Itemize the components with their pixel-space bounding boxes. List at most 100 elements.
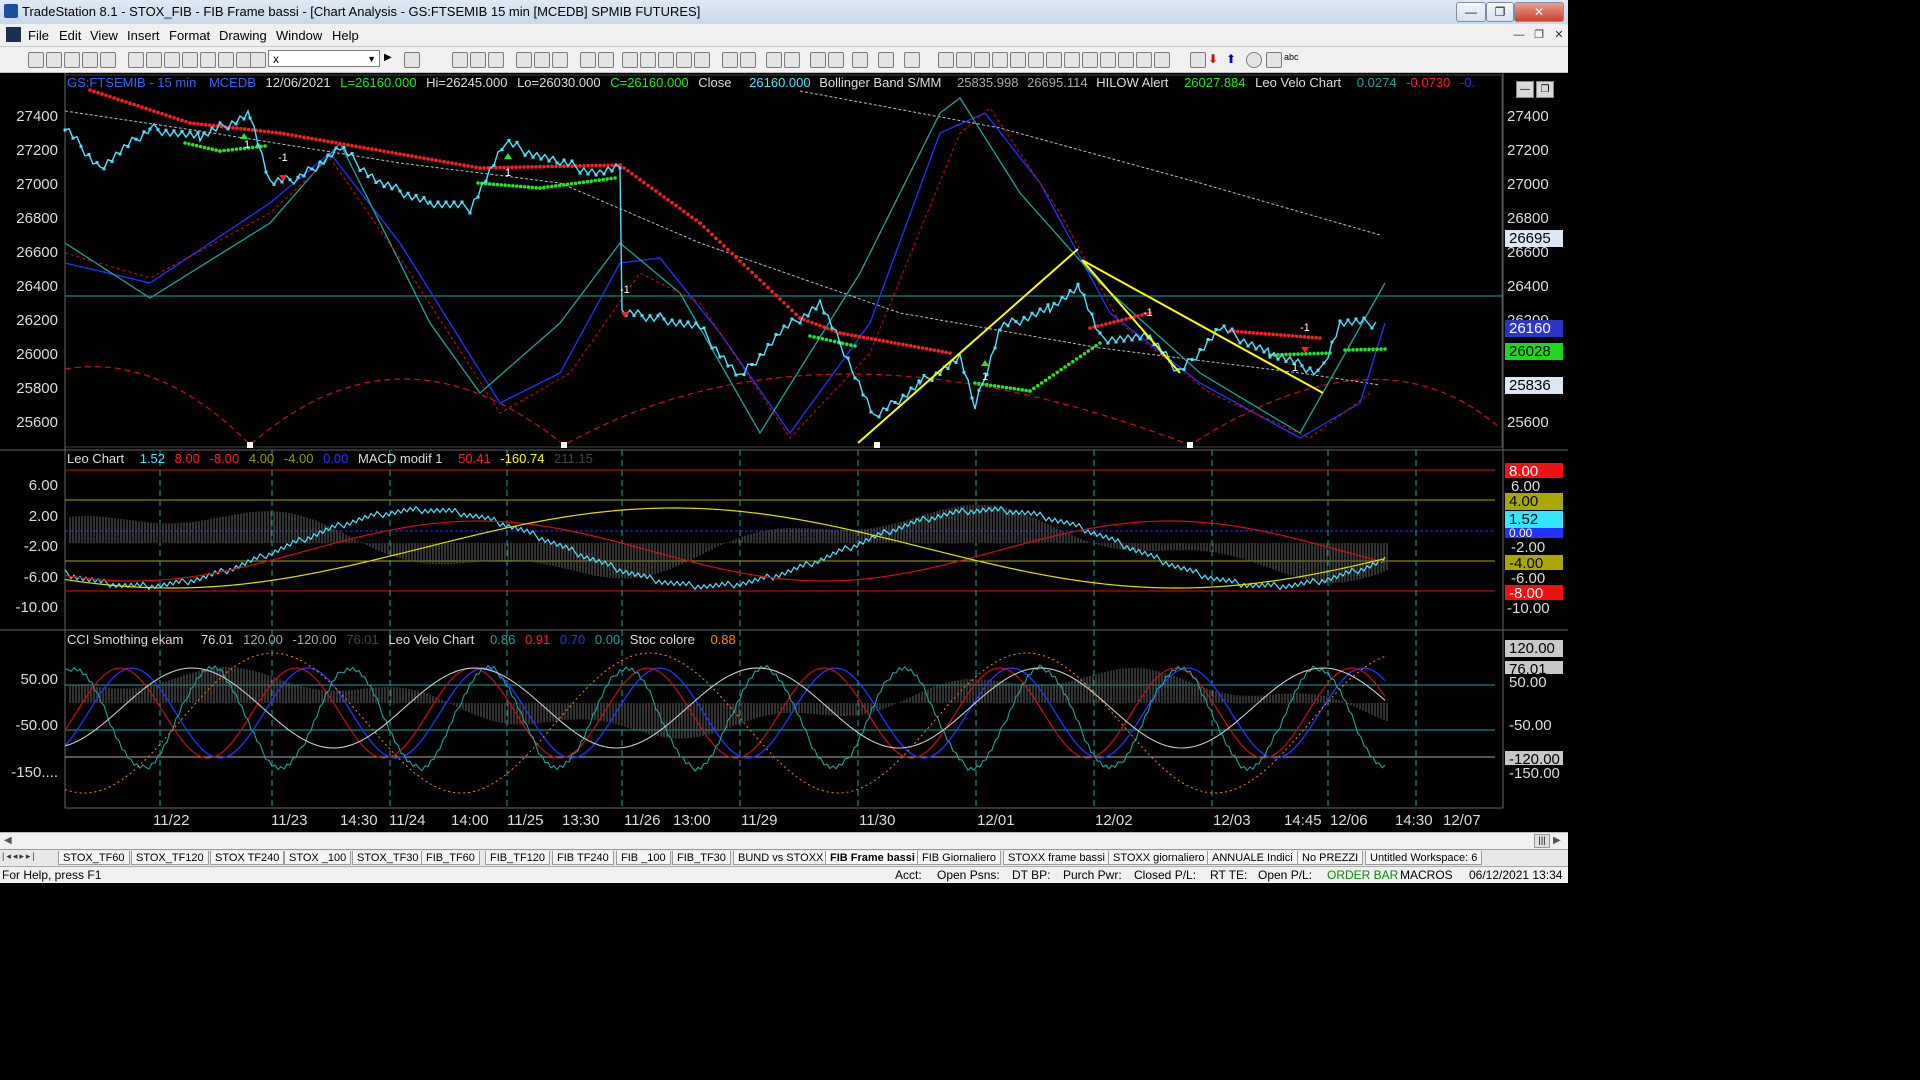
paste-icon[interactable] bbox=[200, 52, 216, 68]
symbol-combo[interactable]: x ▼ bbox=[268, 50, 380, 67]
zoom-out-icon[interactable] bbox=[784, 52, 800, 68]
find-symbol-icon[interactable] bbox=[404, 52, 420, 68]
menu-drawing[interactable]: Drawing bbox=[219, 28, 267, 43]
regression-icon[interactable] bbox=[1082, 52, 1098, 68]
tab-stox-tf60[interactable]: STOX_TF60 bbox=[58, 851, 130, 865]
trendline-icon[interactable] bbox=[938, 52, 954, 68]
status-macros[interactable]: MACROS bbox=[1400, 868, 1453, 882]
tab-bund-vs-stoxx[interactable]: BUND vs STOXX bbox=[733, 851, 829, 865]
mdi-restore-button[interactable]: ❐ bbox=[1530, 27, 1548, 43]
gann-fan-icon[interactable] bbox=[1046, 52, 1062, 68]
scroll-right-arrow-icon[interactable]: ▶ bbox=[1553, 835, 1561, 846]
tools-icon[interactable] bbox=[852, 52, 868, 68]
speed-line-icon[interactable] bbox=[1010, 52, 1026, 68]
workspace-icon[interactable] bbox=[100, 52, 116, 68]
tab-fib-100[interactable]: FIB _100 bbox=[616, 851, 671, 865]
price-bar-tick bbox=[1316, 368, 1320, 372]
cut-icon[interactable] bbox=[164, 52, 180, 68]
scroll-left-arrow-icon[interactable]: ◀ bbox=[4, 835, 12, 846]
snap-icon[interactable] bbox=[828, 52, 844, 68]
data-window-icon[interactable] bbox=[878, 52, 894, 68]
candle-chart-icon[interactable] bbox=[488, 52, 504, 68]
tab-annuale-indici[interactable]: ANNUALE Indici bbox=[1207, 851, 1298, 865]
chart-analysis-window[interactable]: 1 -1 1 -1 1 -1 -1 1 GS:FTSEMIB - 15 min MCEDB 1… bbox=[0, 73, 1568, 833]
indicator-icon[interactable] bbox=[534, 52, 550, 68]
tab-fib-giornaliero[interactable]: FIB Giornaliero bbox=[917, 851, 1001, 865]
strategy-icon[interactable] bbox=[552, 52, 568, 68]
line-chart-icon[interactable] bbox=[470, 52, 486, 68]
arrow-down-icon[interactable]: ⬇ bbox=[1208, 52, 1222, 66]
tab-fib-frame-bassi[interactable]: FIB Frame bassi bbox=[825, 851, 920, 865]
save-icon[interactable] bbox=[64, 52, 80, 68]
tab-no-prezzi[interactable]: No PREZZI bbox=[1297, 851, 1364, 865]
mdi-close-button[interactable]: ✕ bbox=[1550, 27, 1568, 43]
tab-fib-tf60[interactable]: FIB_TF60 bbox=[421, 851, 480, 865]
news-icon[interactable] bbox=[694, 52, 710, 68]
arc-icon[interactable] bbox=[1100, 52, 1116, 68]
channel-icon[interactable] bbox=[992, 52, 1008, 68]
horizontal-scrollbar[interactable]: ◀ ||| ▶ bbox=[0, 832, 1568, 849]
matrix-icon[interactable] bbox=[658, 52, 674, 68]
radar-icon[interactable] bbox=[640, 52, 656, 68]
mdi-minimize-button[interactable]: — bbox=[1510, 27, 1528, 43]
tab-stox-tf30[interactable]: STOX_TF30 bbox=[352, 851, 424, 865]
alert-icon[interactable] bbox=[904, 52, 920, 68]
bar-chart-icon[interactable] bbox=[452, 52, 468, 68]
andrews-pitchfork-icon[interactable] bbox=[1064, 52, 1080, 68]
close-button[interactable]: ✕ bbox=[1514, 2, 1564, 22]
menu-file[interactable]: File bbox=[28, 28, 49, 43]
scanner-icon[interactable] bbox=[622, 52, 638, 68]
scroll-left-icon[interactable] bbox=[722, 52, 738, 68]
menu-format[interactable]: Format bbox=[169, 28, 210, 43]
scroll-thumb[interactable]: ||| bbox=[1534, 834, 1550, 848]
menu-window[interactable]: Window bbox=[276, 28, 322, 43]
cascade-icon[interactable] bbox=[598, 52, 614, 68]
status-order-bar[interactable]: ORDER BAR bbox=[1327, 868, 1398, 882]
globe-icon[interactable] bbox=[250, 52, 266, 68]
format-icon[interactable] bbox=[516, 52, 532, 68]
text-icon[interactable]: abc bbox=[1284, 52, 1299, 66]
optionstation-icon[interactable] bbox=[676, 52, 692, 68]
tab-stox-tf240[interactable]: STOX TF240 bbox=[210, 851, 285, 865]
pen-icon[interactable] bbox=[1154, 52, 1170, 68]
menu-view[interactable]: View bbox=[90, 28, 118, 43]
panel-restore-button[interactable]: ❐ bbox=[1536, 81, 1554, 98]
freehand-icon[interactable] bbox=[1190, 52, 1206, 68]
new-icon[interactable] bbox=[28, 52, 44, 68]
copy-icon[interactable] bbox=[182, 52, 198, 68]
menu-insert[interactable]: Insert bbox=[127, 28, 160, 43]
fib-arc-icon[interactable] bbox=[1136, 52, 1152, 68]
arrow-up-icon[interactable]: ⬆ bbox=[1226, 52, 1240, 66]
print-icon[interactable] bbox=[128, 52, 144, 68]
maximize-button[interactable]: ❐ bbox=[1486, 2, 1514, 22]
lock-icon[interactable] bbox=[218, 52, 234, 68]
chart-window-icon[interactable] bbox=[6, 27, 21, 42]
ellipse-icon[interactable] bbox=[1246, 52, 1262, 68]
tab-stox-100[interactable]: STOX _100 bbox=[284, 851, 352, 865]
tab-nav-arrows-icon[interactable]: |◂◂▸▸| bbox=[2, 851, 37, 862]
tab-stox-tf120[interactable]: STOX_TF120 bbox=[131, 851, 209, 865]
printer-setup-icon[interactable] bbox=[146, 52, 162, 68]
tab-fib-tf240[interactable]: FIB TF240 bbox=[552, 851, 614, 865]
fib-retracement-icon[interactable] bbox=[1028, 52, 1044, 68]
menu-edit[interactable]: Edit bbox=[59, 28, 81, 43]
play-icon[interactable]: ▶ bbox=[384, 52, 398, 66]
scroll-right-icon[interactable] bbox=[740, 52, 756, 68]
tab-untitled-workspace[interactable]: Untitled Workspace: 6 bbox=[1365, 851, 1483, 865]
tab-fib-tf120[interactable]: FIB_TF120 bbox=[485, 851, 551, 865]
horizontal-line-icon[interactable] bbox=[974, 52, 990, 68]
print-preview-icon[interactable] bbox=[82, 52, 98, 68]
tab-fib-tf30[interactable]: FIB_TF30 bbox=[672, 851, 731, 865]
vertical-line-icon[interactable] bbox=[956, 52, 972, 68]
ruler-icon[interactable] bbox=[1118, 52, 1134, 68]
open-icon[interactable] bbox=[46, 52, 62, 68]
panel-minimize-button[interactable]: — bbox=[1516, 81, 1534, 98]
minimize-button[interactable]: — bbox=[1456, 2, 1486, 22]
tile-icon[interactable] bbox=[580, 52, 596, 68]
menu-help[interactable]: Help bbox=[332, 28, 359, 43]
tab-stoxx-giornaliero[interactable]: STOXX giornaliero bbox=[1108, 851, 1210, 865]
tab-stoxx-frame-bassi[interactable]: STOXX frame bassi bbox=[1003, 851, 1110, 865]
rectangle-icon[interactable] bbox=[1266, 52, 1282, 68]
pointer-icon[interactable] bbox=[810, 52, 826, 68]
zoom-in-icon[interactable] bbox=[766, 52, 782, 68]
